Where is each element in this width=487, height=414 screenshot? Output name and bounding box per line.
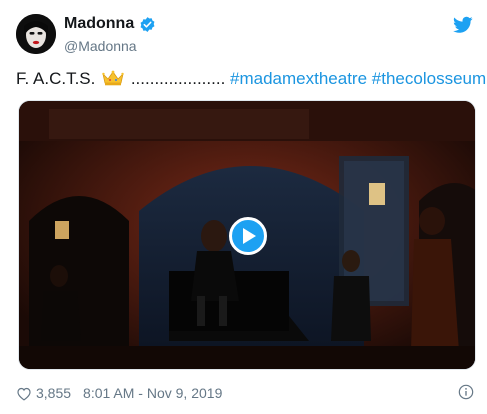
tweet-text-dots: .................... — [130, 69, 226, 88]
tweet-text: F. A.C.T.S. .................... #madame… — [16, 68, 486, 90]
user-handle[interactable]: @Madonna — [64, 38, 137, 54]
tweet-footer: 3,855 8:01 AM - Nov 9, 2019 — [16, 382, 474, 404]
like-count[interactable]: 3,855 — [36, 385, 71, 401]
tweet-timestamp[interactable]: 8:01 AM - Nov 9, 2019 — [83, 385, 222, 401]
crown-emoji-icon — [102, 70, 124, 86]
heart-icon[interactable] — [16, 386, 32, 401]
info-icon[interactable] — [458, 384, 474, 400]
play-button[interactable] — [229, 217, 267, 255]
twitter-bird-icon[interactable] — [453, 16, 473, 34]
tweet-text-prefix: F. A.C.T.S. — [16, 69, 96, 88]
video-player[interactable] — [18, 100, 476, 370]
avatar-portrait — [16, 14, 56, 54]
hashtag-thecolosseum[interactable]: #thecolosseum — [372, 69, 486, 88]
avatar[interactable] — [16, 14, 56, 54]
tweet-card: Madonna @Madonna F. A.C.T.S. ...........… — [0, 0, 487, 414]
verified-badge-icon — [140, 16, 155, 32]
hashtag-madamextheatre[interactable]: #madamextheatre — [230, 69, 367, 88]
user-name-row: Madonna — [64, 14, 156, 34]
play-icon — [243, 228, 256, 244]
display-name[interactable]: Madonna — [64, 15, 134, 33]
